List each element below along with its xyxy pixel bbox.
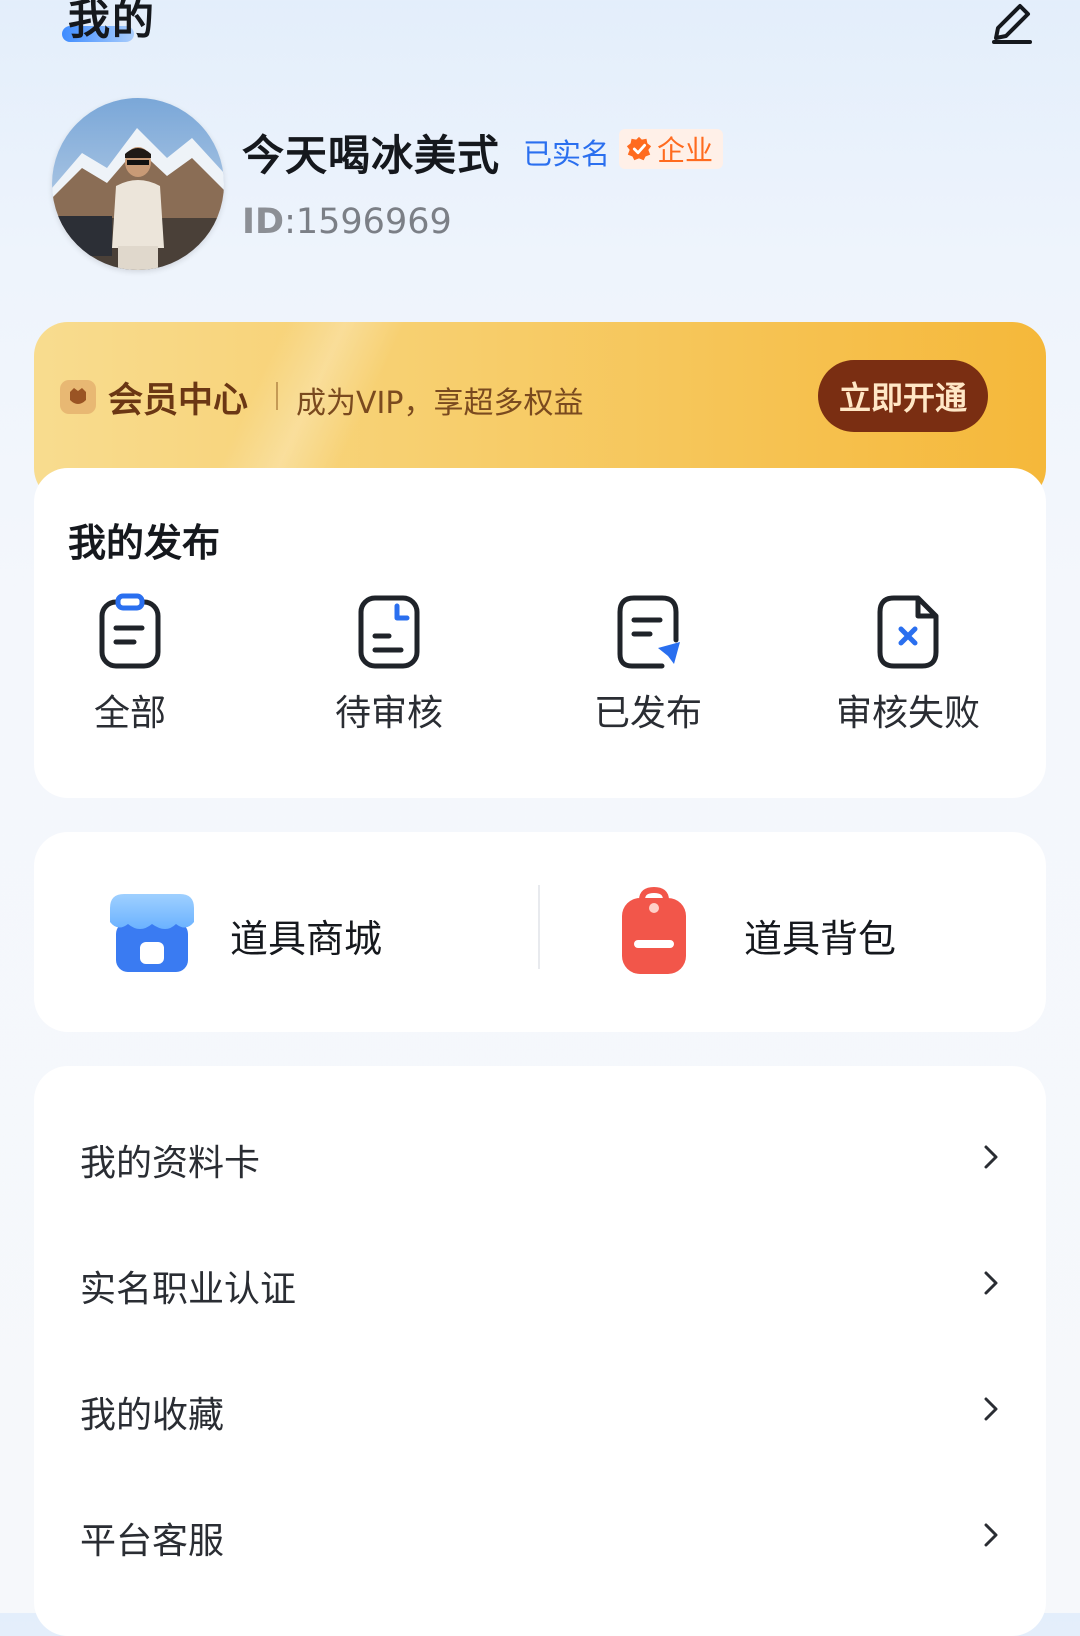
menu-item-customer-service[interactable]: 平台客服	[34, 1472, 1046, 1598]
edit-button[interactable]	[988, 0, 1036, 46]
pending-review-icon	[358, 595, 420, 669]
user-id: ID:1596969	[242, 202, 452, 242]
menu-item-verification[interactable]: 实名职业认证	[34, 1220, 1046, 1346]
tools-divider	[538, 885, 540, 969]
chevron-right-icon	[984, 1271, 998, 1295]
published-icon	[617, 595, 680, 669]
shop-icon	[110, 894, 194, 972]
vip-crown-icon	[58, 376, 98, 416]
user-name: 今天喝冰美式	[242, 131, 501, 180]
backpack-icon	[622, 886, 686, 974]
user-id-label: ID	[242, 202, 285, 242]
publish-item-published[interactable]: 已发布	[548, 592, 748, 736]
review-failed-icon	[877, 595, 939, 669]
vip-open-button[interactable]: 立即开通	[818, 360, 988, 432]
vip-divider	[276, 382, 278, 410]
menu-item-profile-card[interactable]: 我的资料卡	[34, 1094, 1046, 1220]
publish-item-failed[interactable]: 审核失败	[808, 592, 1008, 736]
publish-item-label: 待审核	[334, 693, 443, 734]
enterprise-badge: 企业	[619, 129, 724, 169]
tool-shop-label: 道具商城	[230, 917, 383, 961]
menu-item-label: 我的资料卡	[80, 1143, 261, 1184]
publish-item-label: 已发布	[593, 693, 702, 734]
user-id-value: :1596969	[284, 202, 452, 242]
chevron-right-icon	[984, 1145, 998, 1169]
tool-backpack-label: 道具背包	[744, 917, 897, 961]
publish-item-label: 审核失败	[835, 693, 980, 734]
edit-icon	[992, 4, 1032, 44]
menu-item-label: 实名职业认证	[80, 1269, 297, 1310]
enterprise-badge-label: 企业	[657, 134, 714, 167]
vip-title: 会员中心	[108, 381, 249, 421]
publish-item-label: 全部	[93, 693, 166, 734]
tool-backpack[interactable]: 道具背包	[608, 886, 928, 978]
avatar[interactable]	[52, 98, 224, 270]
menu-item-label: 平台客服	[80, 1521, 225, 1562]
avatar-photo	[52, 98, 224, 270]
publish-item-pending[interactable]: 待审核	[289, 592, 489, 736]
vip-description: 成为VIP，享超多权益	[296, 386, 584, 421]
publish-item-all[interactable]: 全部	[30, 592, 230, 736]
verified-badge: 已实名	[523, 137, 611, 171]
chevron-right-icon	[984, 1397, 998, 1421]
my-publications-title: 我的发布	[68, 521, 221, 565]
menu-item-favorites[interactable]: 我的收藏	[34, 1346, 1046, 1472]
enterprise-shield-icon	[626, 136, 652, 161]
chevron-right-icon	[984, 1523, 998, 1547]
all-posts-icon	[99, 593, 161, 669]
tool-shop[interactable]: 道具商城	[106, 886, 426, 978]
page-title: 我的	[68, 0, 157, 44]
menu-item-label: 我的收藏	[80, 1395, 225, 1436]
